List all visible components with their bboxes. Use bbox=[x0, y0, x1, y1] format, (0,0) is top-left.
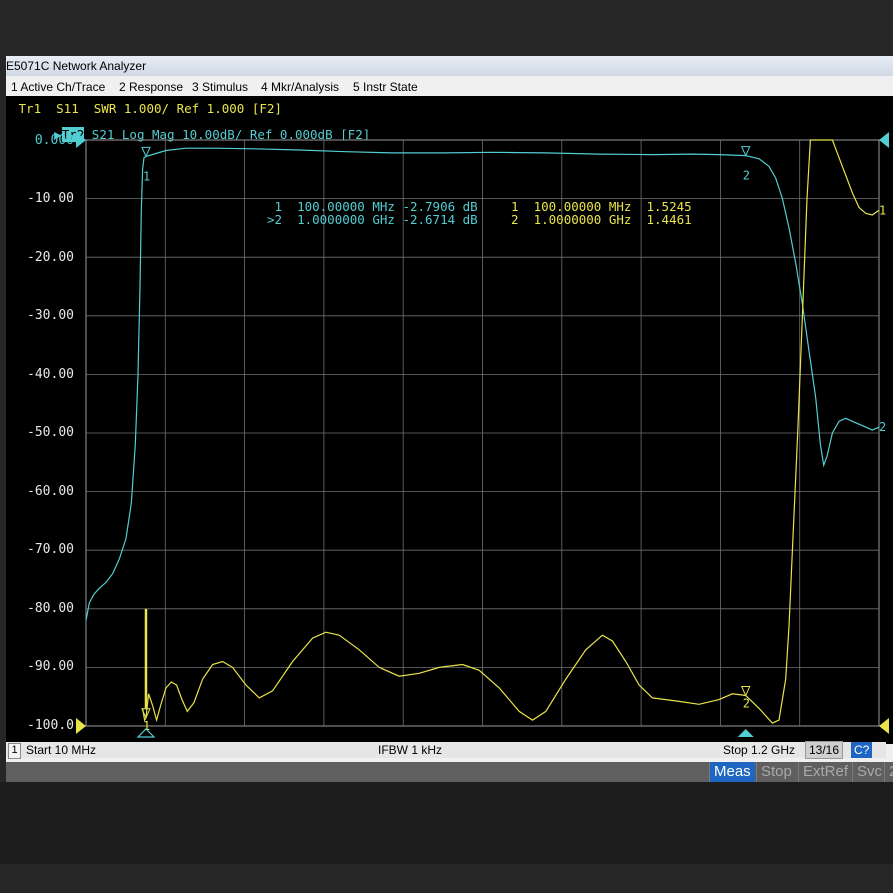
start-frequency[interactable]: Start 10 MHz bbox=[26, 742, 96, 758]
ref-level-right-arrow-icon bbox=[879, 132, 889, 148]
tr1-ref-right-arrow-icon bbox=[879, 718, 889, 734]
stop-softkey[interactable]: Stop bbox=[756, 762, 796, 782]
marker-s11-2-label: 2 bbox=[743, 697, 750, 711]
network-analyzer-window: E5071C Network Analyzer 1 Active Ch/Trac… bbox=[6, 56, 893, 782]
stimulus-marker-2-icon bbox=[737, 729, 754, 737]
marker-s21-2-label: 2 bbox=[743, 169, 750, 183]
menu-response[interactable]: 2 Response bbox=[119, 78, 183, 96]
extra-softkey[interactable]: 2 bbox=[884, 762, 893, 782]
channel-indicator[interactable]: 1 bbox=[8, 743, 21, 759]
menu-active-ch-trace[interactable]: 1 Active Ch/Trace bbox=[11, 78, 105, 96]
calibration-status[interactable]: C? bbox=[851, 742, 873, 758]
marker-s21-1-label: 1 bbox=[143, 169, 150, 183]
marker-s11-2-icon bbox=[740, 686, 751, 697]
window-title: E5071C Network Analyzer bbox=[6, 59, 147, 73]
tr1-ref-left-arrow-icon bbox=[76, 718, 86, 734]
marker-value: 1.4461 bbox=[646, 212, 692, 227]
marker-freq: 1.0000000 GHz bbox=[533, 212, 632, 227]
measurement-screen[interactable]: Tr1 S11 SWR 1.000/ Ref 1.000 [F2] ▶Tr2 S… bbox=[6, 96, 893, 744]
sweep-points-indicator: 13/16 bbox=[805, 741, 844, 759]
menu-stimulus[interactable]: 3 Stimulus bbox=[192, 78, 248, 96]
trace-1-end-label: 1 bbox=[879, 203, 886, 217]
menu-instr-state[interactable]: 5 Instr State bbox=[353, 78, 418, 96]
ref-level-left-arrow-icon bbox=[76, 132, 86, 148]
marker-value: -2.6714 dB bbox=[402, 212, 478, 227]
marker-freq: 1.0000000 GHz bbox=[297, 212, 395, 227]
trace-plot[interactable]: 1 21212 bbox=[6, 96, 893, 744]
menu-bar: 1 Active Ch/Trace 2 Response 3 Stimulus … bbox=[6, 78, 893, 96]
softkey-bar: Meas Stop ExtRef Svc 2 bbox=[6, 762, 893, 782]
stop-frequency[interactable]: Stop 1.2 GHz bbox=[723, 742, 795, 758]
status-bar: 1 Start 10 MHz IFBW 1 kHz Stop 1.2 GHz 1… bbox=[6, 741, 886, 759]
marker-index: 2 bbox=[511, 212, 519, 227]
menu-mkr-analysis[interactable]: 4 Mkr/Analysis bbox=[261, 78, 339, 96]
desktop-background bbox=[0, 782, 893, 864]
svc-softkey[interactable]: Svc bbox=[852, 762, 886, 782]
meas-softkey[interactable]: Meas bbox=[709, 762, 755, 782]
plot-grid bbox=[85, 139, 880, 727]
marker-index: >2 bbox=[266, 212, 282, 227]
trace-s11-line bbox=[142, 139, 880, 724]
window-titlebar[interactable]: E5071C Network Analyzer bbox=[6, 56, 893, 76]
s11-marker-row-2: 2 1.0000000 GHz 1.4461 bbox=[511, 212, 692, 227]
trace-2-end-label: 2 bbox=[879, 420, 886, 434]
ifbw-setting[interactable]: IFBW 1 kHz bbox=[378, 742, 442, 758]
s21-marker-row-2: >2 1.0000000 GHz -2.6714 dB bbox=[258, 212, 478, 227]
extref-softkey[interactable]: ExtRef bbox=[798, 762, 852, 782]
marker-s21-2-icon bbox=[740, 146, 751, 157]
